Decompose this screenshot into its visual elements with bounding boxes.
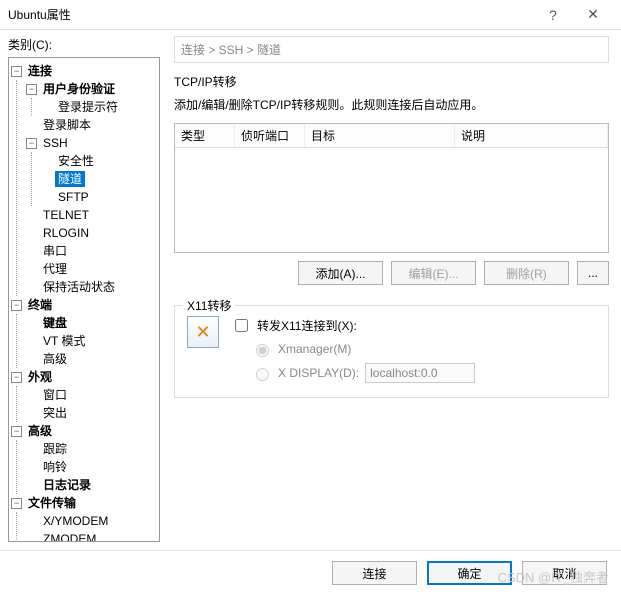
window-title: Ubuntu属性 [8, 6, 533, 23]
tree-tunnel[interactable]: 隧道 [55, 171, 85, 187]
tree-window[interactable]: 窗口 [40, 387, 70, 403]
x11-display-field[interactable] [365, 363, 475, 383]
tree-terminal[interactable]: 终端 [25, 297, 55, 313]
x11-display-radio[interactable]: X DISPLAY(D): [251, 363, 475, 383]
tree-telnet[interactable]: TELNET [40, 207, 92, 223]
add-button[interactable]: 添加(A)... [298, 261, 383, 285]
tree-filetransfer[interactable]: 文件传输 [25, 495, 79, 511]
connect-button[interactable]: 连接 [332, 561, 417, 585]
x11-display-label: X DISPLAY(D): [278, 366, 359, 380]
ok-button[interactable]: 确定 [427, 561, 512, 585]
tree-appearance[interactable]: 外观 [25, 369, 55, 385]
x11-group: X11转移 ✕ 转发X11连接到(X): Xmanager(M) X DISPL… [174, 305, 609, 398]
tree-trace[interactable]: 跟踪 [40, 441, 70, 457]
help-icon[interactable]: ? [533, 7, 573, 23]
x11-xmanager-input[interactable] [256, 344, 269, 357]
col-dest[interactable]: 目标 [305, 124, 455, 147]
collapse-icon[interactable]: − [11, 372, 22, 383]
titlebar: Ubuntu属性 ? ✕ [0, 0, 621, 30]
x11-xmanager-radio[interactable]: Xmanager(M) [251, 341, 475, 357]
tree-ssh[interactable]: SSH [40, 135, 71, 151]
tree-serial[interactable]: 串口 [40, 243, 70, 259]
collapse-icon[interactable]: − [26, 138, 37, 149]
remove-button[interactable]: 删除(R) [484, 261, 569, 285]
dialog-content: 类别(C): −连接 −用户身份验证 登录提示符 登录脚本 −SSH 安全性 隧… [0, 30, 621, 550]
rules-table[interactable]: 类型 侦听端口 目标 说明 [174, 123, 609, 253]
collapse-icon[interactable]: − [11, 66, 22, 77]
x11-xmanager-label: Xmanager(M) [278, 342, 351, 356]
tree-keyboard[interactable]: 键盘 [40, 315, 70, 331]
cancel-button[interactable]: 取消 [522, 561, 607, 585]
category-pane: 类别(C): −连接 −用户身份验证 登录提示符 登录脚本 −SSH 安全性 隧… [0, 30, 168, 550]
col-desc[interactable]: 说明 [455, 124, 608, 147]
col-port[interactable]: 侦听端口 [235, 124, 305, 147]
dialog-footer: 连接 确定 取消 [0, 550, 621, 595]
close-icon[interactable]: ✕ [573, 6, 613, 23]
tree-auth[interactable]: 用户身份验证 [40, 81, 118, 97]
x11-title: X11转移 [183, 297, 235, 314]
category-label: 类别(C): [8, 36, 160, 53]
tree-bell[interactable]: 响铃 [40, 459, 70, 475]
breadcrumb: 连接 > SSH > 隧道 [174, 36, 609, 63]
tree-highlight[interactable]: 突出 [40, 405, 70, 421]
tree-vtmode[interactable]: VT 模式 [40, 333, 88, 349]
tree-zmodem[interactable]: ZMODEM [40, 531, 99, 542]
settings-pane: 连接 > SSH > 隧道 TCP/IP转移 添加/编辑/删除TCP/IP转移规… [168, 30, 621, 550]
category-tree[interactable]: −连接 −用户身份验证 登录提示符 登录脚本 −SSH 安全性 隧道 SFTP … [8, 57, 160, 542]
table-buttons: 添加(A)... 编辑(E)... 删除(R) ... [174, 261, 609, 285]
collapse-icon[interactable]: − [11, 498, 22, 509]
collapse-icon[interactable]: − [11, 300, 22, 311]
tree-advanced2[interactable]: 高级 [25, 423, 55, 439]
collapse-icon[interactable]: − [26, 84, 37, 95]
tree-logging[interactable]: 日志记录 [40, 477, 94, 493]
collapse-icon[interactable]: − [11, 426, 22, 437]
tree-login-script[interactable]: 登录脚本 [40, 117, 94, 133]
tree-sftp[interactable]: SFTP [55, 189, 92, 205]
col-type[interactable]: 类型 [175, 124, 235, 147]
x11-icon: ✕ [187, 316, 219, 348]
tree-proxy[interactable]: 代理 [40, 261, 70, 277]
tree-rlogin[interactable]: RLOGIN [40, 225, 92, 241]
tree-xymodem[interactable]: X/YMODEM [40, 513, 111, 529]
table-header: 类型 侦听端口 目标 说明 [175, 124, 608, 148]
tree-connection[interactable]: 连接 [25, 63, 55, 79]
x11-display-input[interactable] [256, 368, 269, 381]
more-button[interactable]: ... [577, 261, 609, 285]
tcpip-desc: 添加/编辑/删除TCP/IP转移规则。此规则连接后自动应用。 [174, 96, 609, 113]
tree-login-prompt[interactable]: 登录提示符 [55, 99, 121, 115]
edit-button[interactable]: 编辑(E)... [391, 261, 476, 285]
x11-forward-checkbox[interactable]: 转发X11连接到(X): [231, 316, 475, 335]
x11-forward-input[interactable] [235, 319, 248, 332]
tcpip-title: TCP/IP转移 [174, 73, 609, 90]
tree-advanced[interactable]: 高级 [40, 351, 70, 367]
tree-security[interactable]: 安全性 [55, 153, 97, 169]
x11-forward-label: 转发X11连接到(X): [257, 317, 357, 334]
tree-keepalive[interactable]: 保持活动状态 [40, 279, 118, 295]
